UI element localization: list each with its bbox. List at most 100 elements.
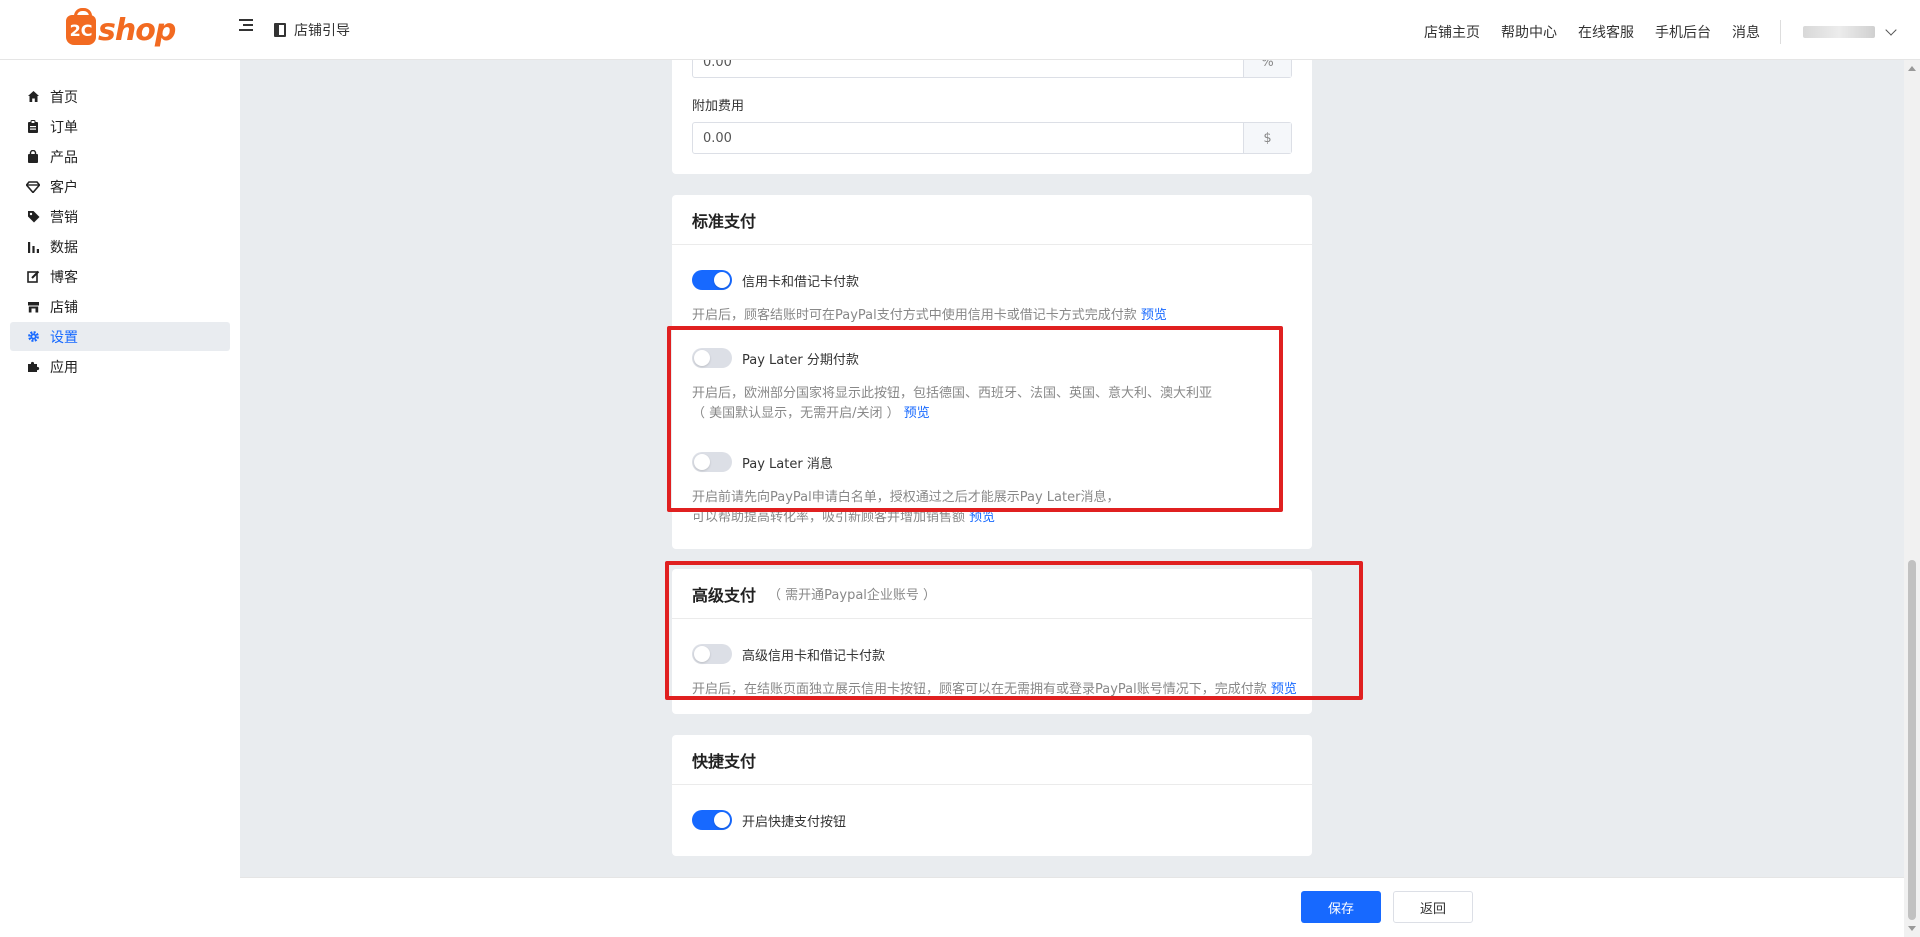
link-online-support[interactable]: 在线客服: [1578, 22, 1634, 42]
sidebar-item-label: 首页: [50, 89, 78, 106]
logo-text: shop: [98, 12, 176, 48]
express-payment-card: 快捷支付 开启快捷支付按钮: [672, 735, 1312, 856]
advanced-payment-subtitle: （ 需开通Paypal企业账号 ）: [768, 588, 937, 603]
shop-logo[interactable]: 2C shop: [66, 8, 176, 50]
sidebar-item-settings[interactable]: 设置: [10, 322, 230, 351]
sidebar-item-label: 店铺: [50, 299, 78, 316]
paylater-msg-desc-line2: 可以帮助提高转化率，吸引新顾客并增加销售额: [692, 510, 966, 525]
sidebar-item-store[interactable]: 店铺: [10, 292, 230, 321]
sidebar-item-data[interactable]: 数据: [10, 232, 230, 261]
sidebar-item-label: 设置: [50, 329, 78, 346]
card-payment-toggle[interactable]: [692, 270, 732, 290]
card-payment-row: 信用卡和借记卡付款: [692, 270, 859, 290]
tag-icon: [26, 210, 40, 224]
express-label: 开启快捷支付按钮: [742, 814, 847, 830]
sidebar-item-blog[interactable]: 博客: [10, 262, 230, 291]
scroll-thumb[interactable]: [1908, 560, 1916, 920]
sidebar-item-home[interactable]: 首页: [10, 82, 230, 111]
sidebar-item-label: 应用: [50, 359, 78, 376]
paylater-desc-line2-wrap: （ 美国默认显示，无需开启/关闭 ） 预览: [692, 404, 1212, 424]
top-header: 2C shop 店铺引导 店铺主页 帮助中心 在线客服 手机后台 消息: [0, 0, 1920, 60]
link-help-center[interactable]: 帮助中心: [1501, 22, 1557, 42]
sidebar-item-orders[interactable]: 订单: [10, 112, 230, 141]
paylater-msg-toggle[interactable]: [692, 452, 732, 472]
page-scrollbar[interactable]: [1904, 60, 1920, 937]
advanced-card-toggle[interactable]: [692, 644, 732, 664]
diamond-icon: [26, 180, 40, 194]
sidebar-item-marketing[interactable]: 营销: [10, 202, 230, 231]
standard-payment-title: 标准支付: [672, 195, 1312, 245]
currency-unit: $: [1243, 123, 1291, 153]
extra-fee-field[interactable]: 0.00 $: [692, 122, 1292, 154]
store-icon: [26, 300, 40, 314]
main-content: 0.00 % 附加费用 0.00 $ 标准支付 信用卡和借记卡付款 开启后，顾客…: [240, 60, 1904, 877]
percent-fee-value: 0.00: [703, 60, 732, 70]
link-messages[interactable]: 消息: [1732, 22, 1760, 42]
scroll-down-icon[interactable]: [1908, 926, 1916, 931]
express-payment-title: 快捷支付: [672, 735, 1312, 785]
gear-icon: [26, 330, 40, 344]
sidebar-item-label: 产品: [50, 149, 78, 166]
divider: [1780, 20, 1781, 44]
store-guide-label: 店铺引导: [294, 23, 350, 39]
paylater-msg-preview-link[interactable]: 预览: [969, 510, 995, 525]
standard-payment-card: 标准支付 信用卡和借记卡付款 开启后，顾客结账时可在PayPal支付方式中使用信…: [672, 195, 1312, 549]
advanced-card-label: 高级信用卡和借记卡付款: [742, 648, 886, 664]
save-button[interactable]: 保存: [1301, 891, 1381, 923]
top-links: 店铺主页 帮助中心 在线客服 手机后台 消息: [1403, 20, 1897, 44]
advanced-payment-header: 高级支付 （ 需开通Paypal企业账号 ）: [672, 569, 1312, 619]
book-icon: [274, 23, 286, 37]
paylater-desc-line1: 开启后，欧洲部分国家将显示此按钮，包括德国、西班牙、法国、英国、意大利、澳大利亚: [692, 386, 1213, 401]
sidebar-item-label: 营销: [50, 209, 78, 226]
sidebar-item-label: 数据: [50, 239, 78, 256]
paylater-msg-desc: 开启前请先向PayPal申请白名单，授权通过之后才能展示Pay Later消息，…: [692, 488, 1119, 528]
paylater-label: Pay Later 分期付款: [742, 352, 859, 368]
link-mobile-admin[interactable]: 手机后台: [1655, 22, 1711, 42]
link-store-home[interactable]: 店铺主页: [1424, 22, 1480, 42]
card-payment-desc-text: 开启后，顾客结账时可在PayPal支付方式中使用信用卡或借记卡方式完成付款: [692, 308, 1137, 323]
bag-icon: [26, 150, 40, 164]
paylater-preview-link[interactable]: 预览: [904, 406, 930, 421]
sidebar-item-products[interactable]: 产品: [10, 142, 230, 171]
paylater-msg-desc-line1: 开启前请先向PayPal申请白名单，授权通过之后才能展示Pay Later消息，: [692, 490, 1120, 505]
advanced-payment-card: 高级支付 （ 需开通Paypal企业账号 ） 高级信用卡和借记卡付款 开启后，在…: [672, 569, 1312, 714]
edit-icon: [26, 270, 40, 284]
card-payment-label: 信用卡和借记卡付款: [742, 274, 860, 290]
menu-toggle-icon[interactable]: [239, 19, 255, 35]
express-row: 开启快捷支付按钮: [692, 810, 846, 830]
paylater-desc: 开启后，欧洲部分国家将显示此按钮，包括德国、西班牙、法国、英国、意大利、澳大利亚…: [692, 384, 1212, 424]
card-payment-desc: 开启后，顾客结账时可在PayPal支付方式中使用信用卡或借记卡方式完成付款 预览: [692, 306, 1167, 326]
sidebar-item-label: 客户: [50, 179, 78, 196]
store-guide-link[interactable]: 店铺引导: [274, 20, 350, 40]
puzzle-icon: [26, 360, 40, 374]
sidebar-item-customers[interactable]: 客户: [10, 172, 230, 201]
advanced-card-desc: 开启后，在结账页面独立展示信用卡按钮，顾客可以在无需拥有或登录PayPal账号情…: [692, 680, 1297, 700]
advanced-card-preview-link[interactable]: 预览: [1271, 682, 1297, 697]
extra-fee-label: 附加费用: [692, 99, 745, 114]
home-icon: [26, 90, 40, 104]
advanced-card-desc-text: 开启后，在结账页面独立展示信用卡按钮，顾客可以在无需拥有或登录PayPal账号情…: [692, 682, 1267, 697]
bar-chart-icon: [26, 240, 40, 254]
fee-card: 0.00 % 附加费用 0.00 $: [672, 60, 1312, 174]
clipboard-icon: [26, 120, 40, 134]
paylater-msg-label: Pay Later 消息: [742, 456, 833, 472]
sidebar-item-apps[interactable]: 应用: [10, 352, 230, 381]
sidebar: 首页 订单 产品 客户 营销 数据 博客 店铺 设置 应用: [0, 60, 240, 937]
paylater-toggle[interactable]: [692, 348, 732, 368]
advanced-payment-title: 高级支付: [692, 585, 757, 605]
paylater-row: Pay Later 分期付款: [692, 348, 859, 368]
back-button[interactable]: 返回: [1393, 891, 1473, 923]
percent-fee-field[interactable]: 0.00 %: [692, 60, 1292, 78]
paylater-desc-line2: （ 美国默认显示，无需开启/关闭 ）: [692, 406, 900, 421]
extra-fee-value: 0.00: [703, 130, 732, 146]
card-payment-preview-link[interactable]: 预览: [1141, 308, 1167, 323]
footer-bar: 保存 返回: [240, 877, 1904, 937]
user-menu[interactable]: [1803, 24, 1897, 38]
logo-bag-icon: 2C: [66, 8, 96, 45]
express-toggle[interactable]: [692, 810, 732, 830]
percent-unit: %: [1243, 60, 1291, 77]
paylater-msg-row: Pay Later 消息: [692, 452, 833, 472]
sidebar-nav: 首页 订单 产品 客户 营销 数据 博客 店铺 设置 应用: [0, 60, 240, 381]
sidebar-item-label: 博客: [50, 269, 78, 286]
scroll-up-icon[interactable]: [1908, 66, 1916, 71]
